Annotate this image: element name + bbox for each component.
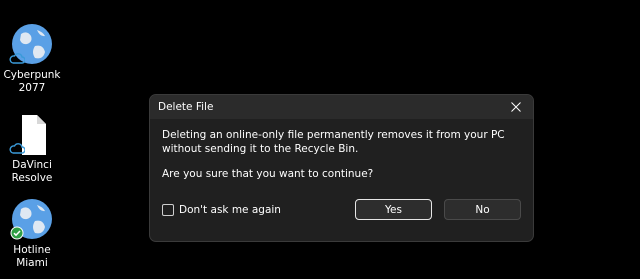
- dont-ask-again-checkbox[interactable]: Don't ask me again: [162, 203, 281, 216]
- globe-icon: [9, 197, 55, 243]
- synced-check-icon: [10, 226, 24, 240]
- dialog-question: Are you sure that you want to continue?: [162, 168, 374, 180]
- cloud-icon: [9, 143, 25, 154]
- desktop-icon-label: Cyberpunk 2077: [3, 69, 61, 94]
- checkbox-box[interactable]: [162, 203, 174, 216]
- blank-file-icon: [9, 112, 55, 158]
- desktop-icon-davinci-resolve[interactable]: DaVinci Resolve: [2, 112, 62, 185]
- desktop-icon-label: Hotline Miami: [13, 244, 51, 269]
- desktop-icon-hotline-miami[interactable]: Hotline Miami: [2, 197, 62, 270]
- cloud-icon: [9, 53, 25, 64]
- dialog-title: Delete File: [158, 101, 214, 113]
- desktop-icon-cyberpunk-2077[interactable]: Cyberpunk 2077: [2, 22, 62, 95]
- globe-icon: [9, 22, 55, 68]
- checkbox-label: Don't ask me again: [179, 203, 281, 216]
- delete-file-dialog: Delete File Deleting an online-only file…: [149, 94, 534, 242]
- desktop-icon-label: DaVinci Resolve: [11, 159, 53, 184]
- dialog-titlebar: Delete File: [150, 95, 533, 119]
- yes-button[interactable]: Yes: [355, 199, 432, 220]
- close-button[interactable]: [499, 95, 533, 119]
- no-button[interactable]: No: [444, 199, 521, 220]
- close-icon: [511, 102, 521, 112]
- dialog-message: Deleting an online-only file permanently…: [162, 129, 505, 155]
